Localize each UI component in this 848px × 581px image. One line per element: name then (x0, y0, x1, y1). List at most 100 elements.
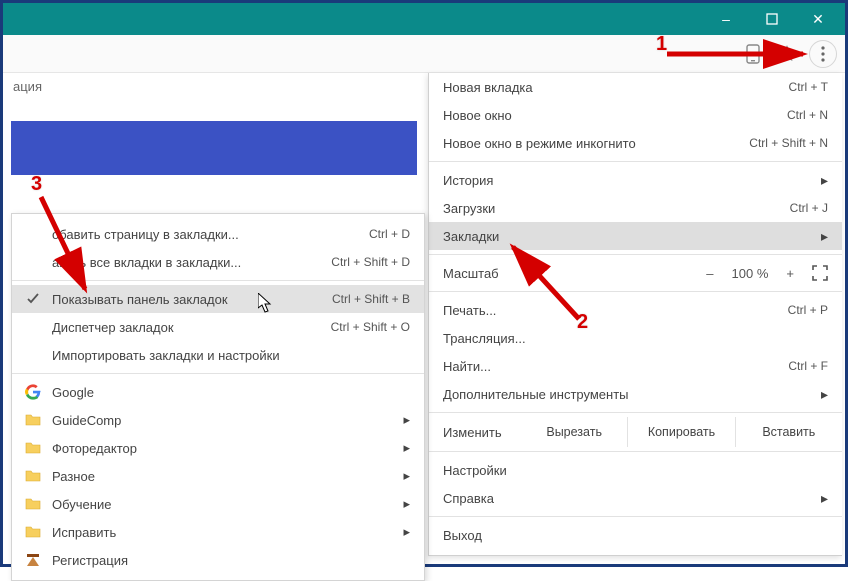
bookmark-folder-misc[interactable]: Разное ▸ (12, 462, 424, 490)
close-button[interactable]: ✕ (795, 3, 841, 35)
zoom-plus-button[interactable]: + (786, 266, 794, 281)
menu-incognito[interactable]: Новое окно в режиме инкогнито Ctrl + Shi… (429, 129, 842, 157)
submenu-arrow-icon: ▸ (403, 496, 410, 512)
menu-separator (429, 451, 842, 452)
submenu-arrow-icon: ▸ (821, 228, 828, 245)
maximize-button[interactable] (749, 3, 795, 35)
menu-shortcut: Ctrl + Shift + D (331, 255, 410, 269)
bookmark-folder-learn[interactable]: Обучение ▸ (12, 490, 424, 518)
menu-shortcut: Ctrl + Shift + N (749, 136, 828, 150)
menu-label: Показывать панель закладок (52, 292, 332, 307)
menu-label: Масштаб (443, 266, 706, 281)
menu-separator (12, 280, 424, 281)
submenu-import[interactable]: Импортировать закладки и настройки (12, 341, 424, 369)
menu-new-tab[interactable]: Новая вкладка Ctrl + T (429, 73, 842, 101)
menu-print[interactable]: Печать... Ctrl + P (429, 296, 842, 324)
menu-label: Закладки (443, 229, 821, 244)
folder-icon (24, 523, 42, 541)
menu-label: Печать... (443, 303, 788, 318)
submenu-arrow-icon: ▸ (821, 490, 828, 507)
menu-label: Новое окно (443, 108, 787, 123)
menu-shortcut: Ctrl + P (788, 303, 828, 317)
submenu-arrow-icon: ▸ (403, 524, 410, 540)
menu-label: Новое окно в режиме инкогнито (443, 136, 749, 151)
menu-shortcut: Ctrl + D (369, 227, 410, 241)
submenu-add-all[interactable]: авить все вкладки в закладки... Ctrl + S… (12, 248, 424, 276)
menu-kebab-icon[interactable] (809, 40, 837, 68)
fullscreen-icon[interactable] (812, 265, 828, 281)
edit-paste-button[interactable]: Вставить (736, 417, 842, 447)
menu-label: Настройки (443, 463, 828, 478)
bookmark-folder-fix[interactable]: Исправить ▸ (12, 518, 424, 546)
submenu-arrow-icon: ▸ (403, 440, 410, 456)
menu-label: Диспетчер закладок (52, 320, 331, 335)
menu-label: Обучение (52, 497, 410, 512)
menu-settings[interactable]: Настройки (429, 456, 842, 484)
bookmark-folder-guidecomp[interactable]: GuideComp ▸ (12, 406, 424, 434)
check-icon (24, 290, 42, 308)
menu-cast[interactable]: Трансляция... (429, 324, 842, 352)
menu-separator (429, 412, 842, 413)
browser-toolbar (3, 35, 845, 73)
menu-label: Справка (443, 491, 821, 506)
menu-zoom: Масштаб – 100 % + (429, 259, 842, 287)
folder-icon (24, 411, 42, 429)
menu-label: Трансляция... (443, 331, 828, 346)
menu-separator (429, 161, 842, 162)
menu-label: обавить страницу в закладки... (52, 227, 369, 242)
bookmark-registration[interactable]: Регистрация (12, 546, 424, 574)
submenu-manager[interactable]: Диспетчер закладок Ctrl + Shift + O (12, 313, 424, 341)
menu-label: Регистрация (52, 553, 410, 568)
menu-find[interactable]: Найти... Ctrl + F (429, 352, 842, 380)
menu-label: авить все вкладки в закладки... (52, 255, 331, 270)
menu-exit[interactable]: Выход (429, 521, 842, 549)
submenu-arrow-icon: ▸ (821, 386, 828, 403)
menu-shortcut: Ctrl + J (790, 201, 828, 215)
folder-icon (24, 495, 42, 513)
window-titlebar: – ✕ (3, 3, 845, 35)
menu-shortcut: Ctrl + Shift + O (331, 320, 410, 334)
device-icon[interactable] (741, 42, 765, 66)
menu-shortcut: Ctrl + N (787, 108, 828, 122)
menu-label: Загрузки (443, 201, 790, 216)
bookmark-google[interactable]: Google (12, 378, 424, 406)
page-blue-banner (11, 121, 417, 175)
edit-copy-button[interactable]: Копировать (628, 417, 735, 447)
menu-more-tools[interactable]: Дополнительные инструменты ▸ (429, 380, 842, 408)
page-fragment-text: ация (3, 73, 433, 100)
menu-label: Импортировать закладки и настройки (52, 348, 410, 363)
zoom-value: 100 % (732, 266, 769, 281)
folder-icon (24, 439, 42, 457)
menu-downloads[interactable]: Загрузки Ctrl + J (429, 194, 842, 222)
bookmark-folder-photo[interactable]: Фоторедактор ▸ (12, 434, 424, 462)
menu-separator (429, 516, 842, 517)
menu-label: Дополнительные инструменты (443, 387, 821, 402)
menu-new-window[interactable]: Новое окно Ctrl + N (429, 101, 842, 129)
submenu-show-bar[interactable]: Показывать панель закладок Ctrl + Shift … (12, 285, 424, 313)
menu-edit-row: Изменить Вырезать Копировать Вставить (429, 417, 842, 447)
menu-label: Выход (443, 528, 828, 543)
minimize-button[interactable]: – (703, 3, 749, 35)
menu-separator (429, 254, 842, 255)
menu-label: История (443, 173, 821, 188)
menu-help[interactable]: Справка ▸ (429, 484, 842, 512)
menu-shortcut: Ctrl + Shift + B (332, 292, 410, 306)
zoom-minus-button[interactable]: – (706, 266, 713, 281)
menu-history[interactable]: История ▸ (429, 166, 842, 194)
submenu-add-page[interactable]: обавить страницу в закладки... Ctrl + D (12, 220, 424, 248)
bookmark-star-icon[interactable] (775, 42, 799, 66)
site-favicon-icon (24, 551, 42, 569)
menu-separator (429, 291, 842, 292)
folder-icon (24, 467, 42, 485)
edit-label: Изменить (429, 417, 521, 447)
edit-cut-button[interactable]: Вырезать (521, 417, 628, 447)
bookmarks-submenu: обавить страницу в закладки... Ctrl + D … (11, 213, 425, 581)
google-icon (24, 383, 42, 401)
menu-label: Найти... (443, 359, 788, 374)
menu-separator (12, 373, 424, 374)
menu-label: Google (52, 385, 410, 400)
menu-bookmarks[interactable]: Закладки ▸ (429, 222, 842, 250)
menu-label: GuideComp (52, 413, 410, 428)
menu-shortcut: Ctrl + F (788, 359, 828, 373)
main-menu: Новая вкладка Ctrl + T Новое окно Ctrl +… (428, 73, 842, 556)
